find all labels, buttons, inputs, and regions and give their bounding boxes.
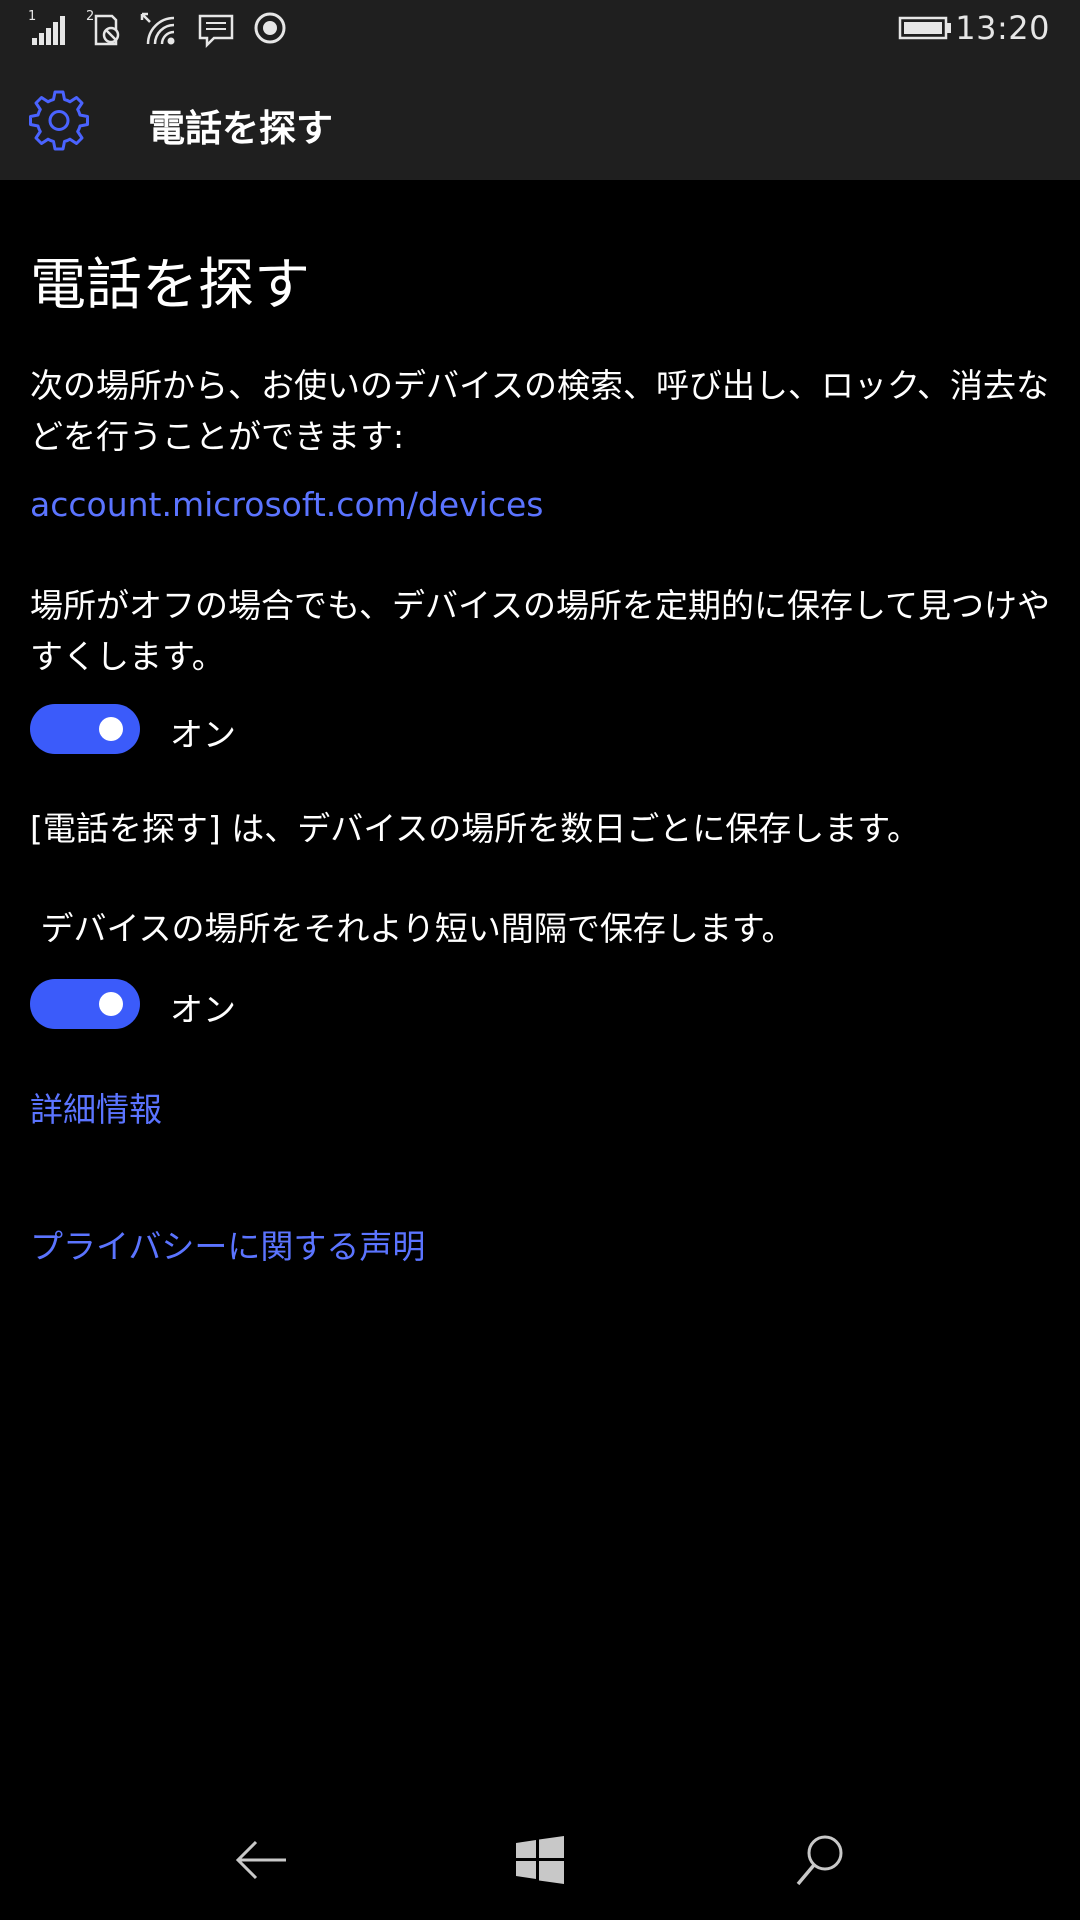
status-bar: 1 2 13:20	[0, 0, 1080, 58]
wifi-icon	[138, 8, 180, 48]
short-interval-toggle-row: オン	[30, 979, 430, 1029]
frequency-text: [電話を探す] は、デバイスの場所を数日ごとに保存します。	[30, 809, 920, 848]
navigation-bar	[0, 1800, 1080, 1920]
search-icon[interactable]	[790, 1830, 850, 1890]
toggle-knob	[99, 717, 123, 741]
battery-icon	[898, 8, 954, 48]
signal-bars-icon: 1	[26, 8, 70, 48]
more-info-link[interactable]: 詳細情報	[30, 1083, 162, 1131]
page-title: 電話を探す	[30, 253, 310, 318]
svg-text:1: 1	[28, 9, 36, 24]
sim2-no-signal-icon: 2	[84, 8, 124, 48]
save-location-toggle-row: オン	[30, 704, 430, 754]
toggle-state-label: オン	[170, 715, 236, 754]
gear-icon	[28, 89, 90, 151]
status-time: 13:20	[955, 9, 1050, 47]
save-location-toggle[interactable]	[30, 704, 140, 754]
record-icon	[252, 8, 288, 48]
save-location-text: 場所がオフの場合でも、デバイスの場所を定期的に保存して見つけやすくします。	[30, 586, 1051, 676]
short-interval-toggle[interactable]	[30, 979, 140, 1029]
back-arrow-icon[interactable]	[232, 1830, 292, 1890]
intro-text: 次の場所から、お使いのデバイスの検索、呼び出し、ロック、消去などを行うことができ…	[30, 366, 1050, 456]
account-devices-link[interactable]: account.microsoft.com/devices	[30, 485, 543, 524]
privacy-statement-link[interactable]: プライバシーに関する声明	[30, 1220, 425, 1268]
svg-text:2: 2	[86, 9, 94, 24]
message-icon	[196, 8, 236, 49]
header-title: 電話を探す	[148, 107, 333, 150]
toggle-knob	[99, 992, 123, 1016]
title-bar: 電話を探す	[0, 58, 1080, 180]
toggle-state-label: オン	[170, 990, 236, 1029]
windows-start-icon[interactable]	[510, 1830, 570, 1890]
short-interval-text: デバイスの場所をそれより短い間隔で保存します。	[30, 909, 795, 948]
